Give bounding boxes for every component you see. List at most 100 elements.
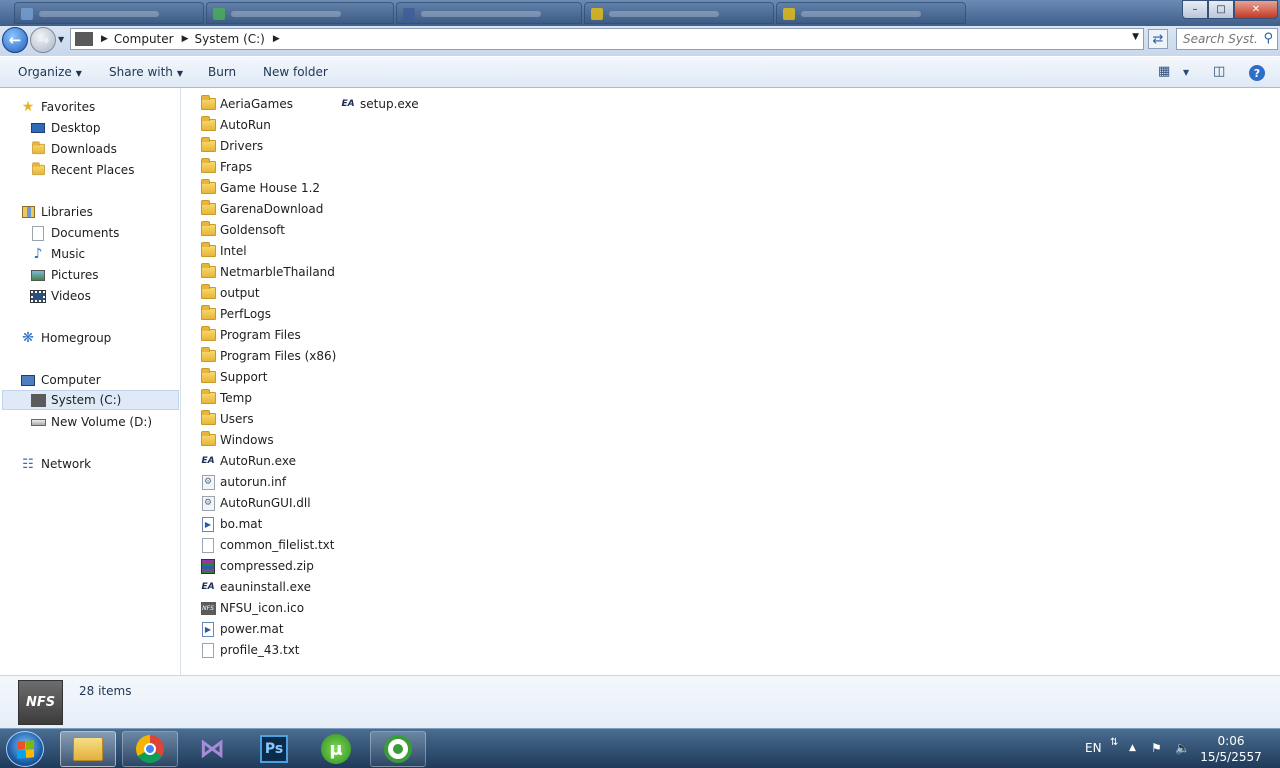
file-item[interactable]: Program Files [200,325,301,345]
file-name: Program Files [220,328,301,342]
minimize-button[interactable]: – [1182,0,1208,19]
file-item[interactable]: Temp [200,388,252,408]
nav-computer[interactable]: Computer [20,370,101,390]
clock[interactable]: 0:06 15/5/2557 [1196,733,1266,765]
action-center-icon[interactable]: ⚑ [1151,741,1162,755]
taskbar-media-app[interactable] [370,731,426,767]
address-history-dropdown[interactable]: ▼ [1132,32,1139,42]
file-item[interactable]: common_filelist.txt [200,535,335,555]
preview-pane-icon[interactable]: ◫ [1213,64,1225,79]
breadcrumb-computer[interactable]: Computer [114,32,174,46]
back-button[interactable]: ← [2,27,28,53]
file-item[interactable]: AeriaGames [200,94,293,114]
file-item[interactable]: ▶ power.mat [200,619,284,639]
nav-downloads[interactable]: Downloads [30,139,117,159]
search-icon[interactable]: ⚲ [1263,31,1273,46]
nav-libraries[interactable]: Libraries [20,202,93,222]
file-item[interactable]: profile_43.txt [200,640,300,660]
folder-icon [200,179,216,196]
breadcrumb-separator-icon[interactable]: ▶ [273,34,280,44]
file-item[interactable]: Game House 1.2 [200,178,320,198]
organize-button[interactable]: Organize ▼ [18,65,82,79]
chevron-down-icon: ▼ [176,69,184,78]
help-icon[interactable]: ? [1249,65,1265,81]
file-item[interactable]: Windows [200,430,274,450]
file-item[interactable]: Goldensoft [200,220,285,240]
media-app-icon [384,735,412,763]
utorrent-icon: μ [321,734,351,764]
chrome-icon [136,735,164,763]
nav-documents[interactable]: Documents [30,223,119,243]
search-box[interactable]: ⚲ [1176,28,1278,50]
refresh-button[interactable]: ⇄ [1148,29,1168,49]
nav-homegroup[interactable]: ❋ Homegroup [20,328,111,348]
file-item[interactable]: compressed.zip [200,556,314,576]
taskbar-explorer[interactable] [60,731,116,767]
file-item[interactable]: Intel [200,241,247,261]
taskbar-visual-studio[interactable]: ⋈ [184,731,240,767]
file-name: PerfLogs [220,307,272,321]
file-name: setup.exe [360,97,419,111]
file-item[interactable]: EA setup.exe [340,94,419,114]
nav-label: Homegroup [41,331,112,345]
language-indicator[interactable]: EN [1085,741,1102,755]
close-button[interactable]: ✕ [1234,0,1278,19]
show-hidden-icons-button[interactable]: ▲ [1129,743,1136,753]
folder-icon [200,347,216,364]
taskbar-utorrent[interactable]: μ [308,731,364,767]
nav-recent-places[interactable]: Recent Places [30,160,134,180]
nav-pictures[interactable]: Pictures [30,265,99,285]
network-status-icon[interactable]: ⇅ [1110,737,1118,748]
taskbar-photoshop[interactable]: Ps [246,731,302,767]
file-item[interactable]: NetmarbleThailand [200,262,335,282]
file-item[interactable]: output [200,283,260,303]
file-item[interactable]: Drivers [200,136,263,156]
taskbar-chrome[interactable] [122,731,178,767]
background-tab [396,2,582,24]
file-item[interactable]: ⚙ autorun.inf [200,472,286,492]
file-item[interactable]: Program Files (x86) [200,346,336,366]
file-item[interactable]: NFS NFSU_icon.ico [200,598,304,618]
file-item[interactable]: EA AutoRun.exe [200,451,296,471]
file-item[interactable]: Support [200,367,267,387]
volume-icon[interactable]: 🔈 [1175,741,1190,755]
maximize-button[interactable]: □ [1208,0,1234,19]
breadcrumb-separator-icon[interactable]: ▶ [182,34,189,44]
burn-button[interactable]: Burn [208,65,236,79]
background-tab [584,2,774,24]
file-item[interactable]: ⚙ AutoRunGUI.dll [200,493,311,513]
nav-videos[interactable]: Videos [30,286,91,306]
nav-favorites[interactable]: ★ Favorites [20,97,96,117]
new-folder-button[interactable]: New folder [263,65,328,79]
breadcrumb-system-c[interactable]: System (C:) [195,32,265,46]
file-item[interactable]: Users [200,409,254,429]
nav-label: Videos [51,289,91,303]
nav-new-volume-d[interactable]: New Volume (D:) [30,412,152,432]
change-view-icon[interactable]: ▦ [1158,64,1170,79]
nav-music[interactable]: ♪ Music [30,244,86,264]
file-item[interactable]: GarenaDownload [200,199,323,219]
background-tab [14,2,204,24]
recent-pages-dropdown[interactable]: ▼ [58,35,64,44]
file-item[interactable]: Fraps [200,157,252,177]
pictures-icon [30,268,46,282]
nav-desktop[interactable]: Desktop [30,118,101,138]
nav-network[interactable]: ☷ Network [20,454,91,474]
file-item[interactable]: ▶ bo.mat [200,514,262,534]
file-item[interactable]: PerfLogs [200,304,271,324]
share-with-button[interactable]: Share with ▼ [109,65,183,79]
address-bar[interactable]: ▶ Computer ▶ System (C:) ▶ ▼ [70,28,1144,50]
network-icon: ☷ [22,456,34,472]
file-item[interactable]: EA eauninstall.exe [200,577,311,597]
file-item[interactable]: AutoRun [200,115,271,135]
search-input[interactable] [1177,29,1257,49]
folder-icon [200,389,216,406]
nav-system-c[interactable]: System (C:) [2,390,179,410]
start-button[interactable] [6,731,44,767]
breadcrumb-separator-icon[interactable]: ▶ [101,34,108,44]
share-with-label: Share with [109,65,173,79]
forward-button[interactable]: → [30,27,56,53]
nav-label: Favorites [41,100,96,114]
nav-label: Computer [41,373,101,387]
view-options-dropdown[interactable]: ▼ [1183,68,1189,77]
